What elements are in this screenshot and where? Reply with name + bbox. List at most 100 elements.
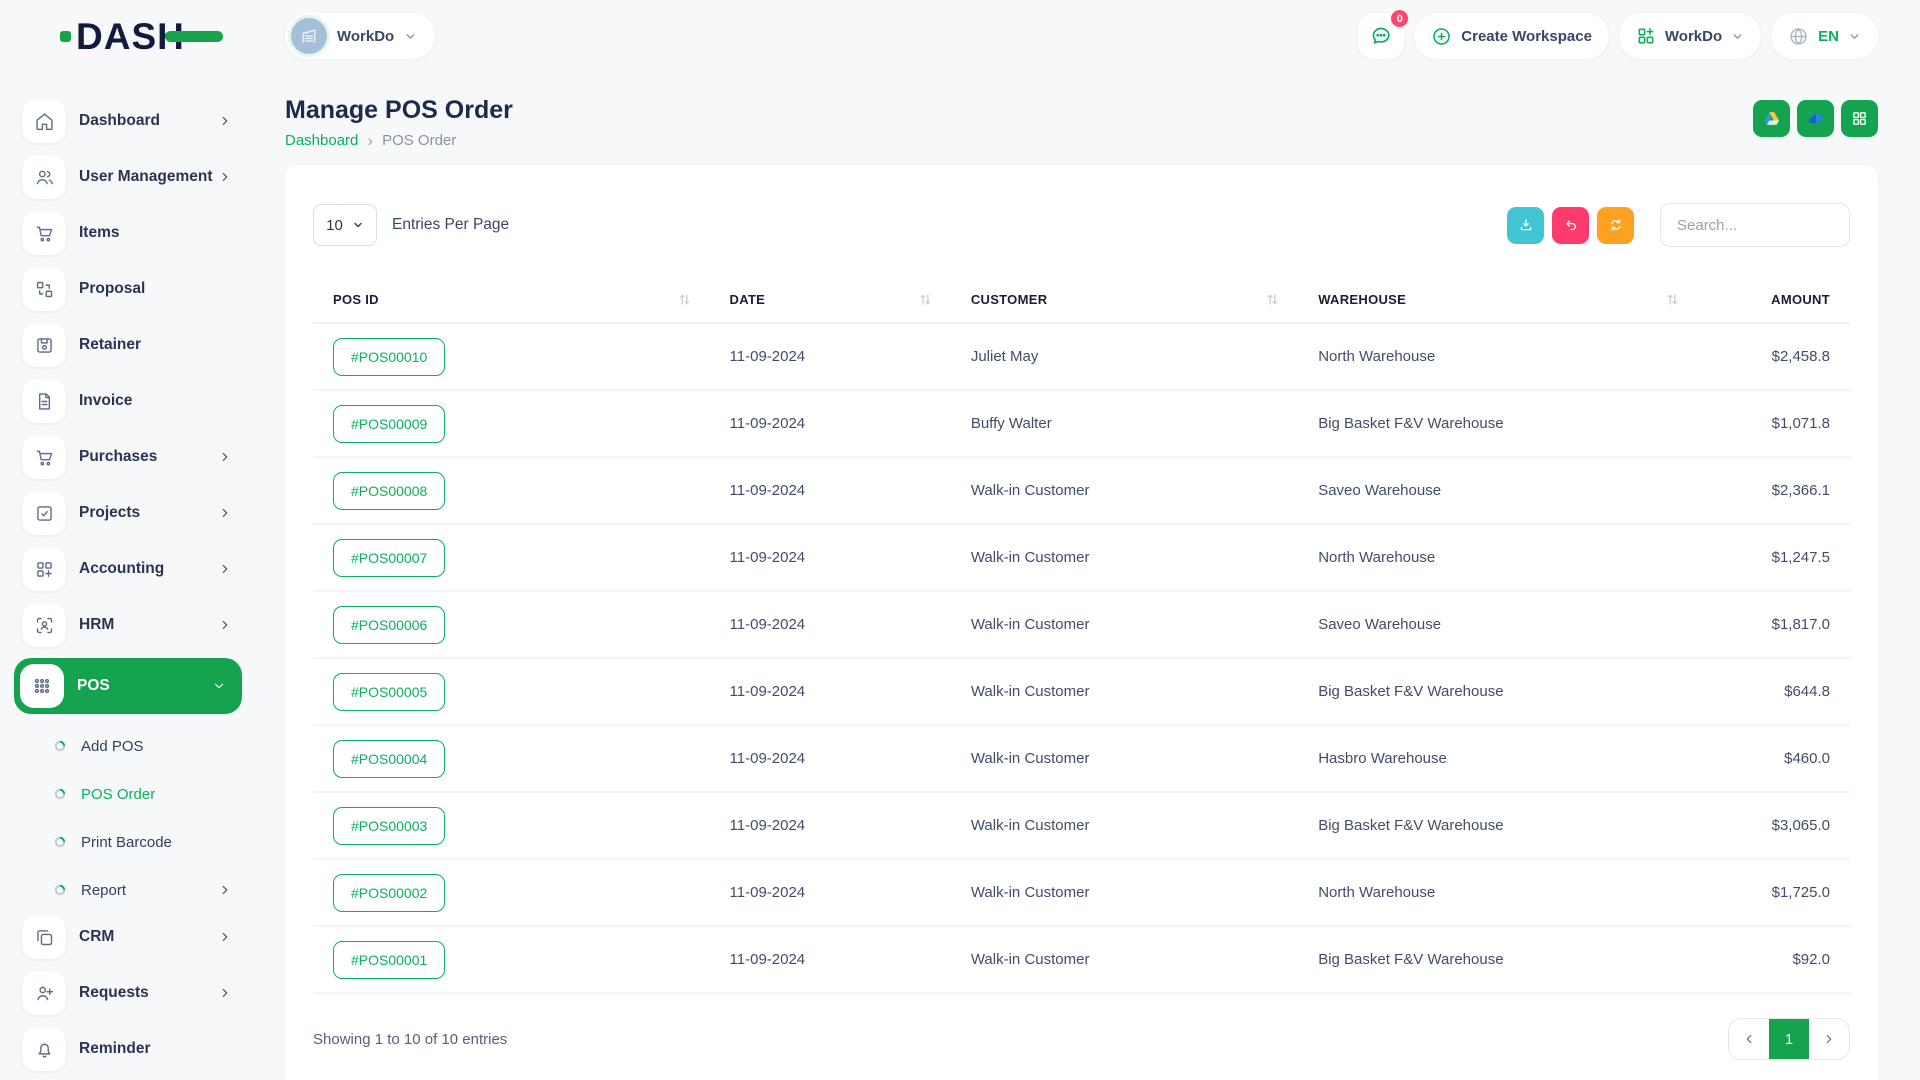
date-cell: 11-09-2024 (710, 591, 951, 658)
sidebar-item-user-management[interactable]: User Management (14, 154, 256, 200)
workspace-menu-button[interactable]: WorkDo (1619, 13, 1761, 59)
pos-id-link[interactable]: #POS00004 (333, 740, 445, 778)
customer-cell: Walk-in Customer (951, 725, 1298, 792)
amount-cell: $1,071.8 (1698, 390, 1850, 457)
users-icon (22, 155, 66, 199)
warehouse-cell: North Warehouse (1298, 859, 1698, 926)
column-header-pos-id[interactable]: POS ID (313, 277, 710, 323)
sidebar-item-projects[interactable]: Projects (14, 490, 256, 536)
sidebar-item-crm[interactable]: CRM (14, 914, 256, 960)
ring-bullet-icon (54, 884, 66, 896)
warehouse-cell: Big Basket F&V Warehouse (1298, 390, 1698, 457)
create-workspace-button[interactable]: Create Workspace (1414, 13, 1609, 59)
ring-bullet-icon (54, 788, 66, 800)
chevron-right-icon (218, 930, 232, 944)
column-header-customer[interactable]: CUSTOMER (951, 277, 1298, 323)
export-download-button[interactable] (1507, 207, 1544, 244)
pos-id-link[interactable]: #POS00007 (333, 539, 445, 577)
column-header-date[interactable]: DATE (710, 277, 951, 323)
search-input[interactable] (1660, 203, 1850, 247)
messages-button[interactable]: 0 (1358, 13, 1404, 59)
grid-plus-icon (1636, 26, 1656, 46)
grid-plus-icon (22, 547, 66, 591)
date-cell: 11-09-2024 (710, 658, 951, 725)
reset-button[interactable] (1552, 207, 1589, 244)
entries-per-page-select[interactable]: 10 (313, 204, 377, 246)
workspace-selector[interactable]: WorkDo (285, 13, 435, 59)
table-row: #POS00009 11-09-2024 Buffy Walter Big Ba… (313, 390, 1850, 457)
column-header-amount[interactable]: AMOUNT (1698, 277, 1850, 323)
sidebar-item-label: Dashboard (79, 112, 160, 130)
sidebar-item-label: HRM (79, 616, 114, 634)
sidebar-item-reminder[interactable]: Reminder (14, 1026, 256, 1072)
sort-icon (679, 293, 690, 306)
sidebar-item-accounting[interactable]: Accounting (14, 546, 256, 592)
customer-cell: Juliet May (951, 323, 1298, 390)
date-cell: 11-09-2024 (710, 457, 951, 524)
sidebar-item-label: CRM (79, 928, 114, 946)
sidebar-item-pos[interactable]: POS (14, 658, 242, 714)
sidebar-item-purchases[interactable]: Purchases (14, 434, 256, 480)
grid-view-button[interactable] (1841, 100, 1878, 137)
showing-entries-text: Showing 1 to 10 of 10 entries (313, 1031, 507, 1048)
pos-id-link[interactable]: #POS00003 (333, 807, 445, 845)
sidebar-subitem-add-pos[interactable]: Add POS (14, 722, 256, 770)
chevron-right-icon (218, 506, 232, 520)
chevron-down-icon (404, 30, 417, 43)
customer-cell: Walk-in Customer (951, 658, 1298, 725)
warehouse-cell: Big Basket F&V Warehouse (1298, 926, 1698, 993)
app-logo[interactable]: DASH (60, 18, 285, 55)
sidebar-item-items[interactable]: Items (14, 210, 256, 256)
pagination-next-button[interactable] (1809, 1019, 1849, 1059)
sidebar-item-proposal[interactable]: Proposal (14, 266, 256, 312)
pos-id-link[interactable]: #POS00005 (333, 673, 445, 711)
table-row: #POS00002 11-09-2024 Walk-in Customer No… (313, 859, 1850, 926)
date-cell: 11-09-2024 (710, 926, 951, 993)
chevron-right-icon (218, 114, 232, 128)
table-row: #POS00006 11-09-2024 Walk-in Customer Sa… (313, 591, 1850, 658)
sidebar-subitem-print-barcode[interactable]: Print Barcode (14, 818, 256, 866)
language-selector[interactable]: EN (1771, 13, 1878, 59)
proposal-transfer-icon (22, 267, 66, 311)
date-cell: 11-09-2024 (710, 524, 951, 591)
refresh-button[interactable] (1597, 207, 1634, 244)
sidebar-item-dashboard[interactable]: Dashboard (14, 98, 256, 144)
date-cell: 11-09-2024 (710, 859, 951, 926)
entries-per-page-value: 10 (326, 217, 343, 234)
customer-cell: Walk-in Customer (951, 524, 1298, 591)
table-row: #POS00004 11-09-2024 Walk-in Customer Ha… (313, 725, 1850, 792)
onedrive-button[interactable] (1797, 100, 1834, 137)
sidebar-item-retainer[interactable]: Retainer (14, 322, 256, 368)
sidebar-item-requests[interactable]: Requests (14, 970, 256, 1016)
customer-cell: Walk-in Customer (951, 792, 1298, 859)
notification-badge: 0 (1389, 8, 1410, 29)
google-drive-button[interactable] (1753, 100, 1790, 137)
check-square-icon (22, 491, 66, 535)
breadcrumb-dashboard-link[interactable]: Dashboard (285, 132, 358, 149)
sidebar-item-hrm[interactable]: HRM (14, 602, 256, 648)
sidebar-subitem-report[interactable]: Report (14, 866, 256, 914)
sidebar-subitem-label: Print Barcode (81, 834, 172, 851)
sidebar-subitem-label: Report (81, 882, 126, 899)
pos-id-link[interactable]: #POS00009 (333, 405, 445, 443)
column-header-warehouse[interactable]: WAREHOUSE (1298, 277, 1698, 323)
grid-icon (1851, 110, 1868, 127)
amount-cell: $2,366.1 (1698, 457, 1850, 524)
top-header: DASH WorkDo 0 Create Workspace (0, 0, 1920, 72)
table-row: #POS00007 11-09-2024 Walk-in Customer No… (313, 524, 1850, 591)
workspace-avatar-building-icon (291, 18, 327, 54)
pos-id-link[interactable]: #POS00001 (333, 941, 445, 979)
pos-id-link[interactable]: #POS00010 (333, 338, 445, 376)
cart-icon (22, 435, 66, 479)
pos-id-link[interactable]: #POS00008 (333, 472, 445, 510)
workspace-menu-label: WorkDo (1665, 28, 1722, 45)
sort-icon (1667, 293, 1678, 306)
sidebar-item-invoice[interactable]: Invoice (14, 378, 256, 424)
chevron-down-icon (1731, 30, 1744, 43)
pos-id-link[interactable]: #POS00002 (333, 874, 445, 912)
chevron-right-icon (1822, 1032, 1836, 1046)
sidebar-subitem-pos-order[interactable]: POS Order (14, 770, 256, 818)
pagination-page-1[interactable]: 1 (1769, 1019, 1809, 1059)
pagination-prev-button[interactable] (1729, 1019, 1769, 1059)
pos-id-link[interactable]: #POS00006 (333, 606, 445, 644)
